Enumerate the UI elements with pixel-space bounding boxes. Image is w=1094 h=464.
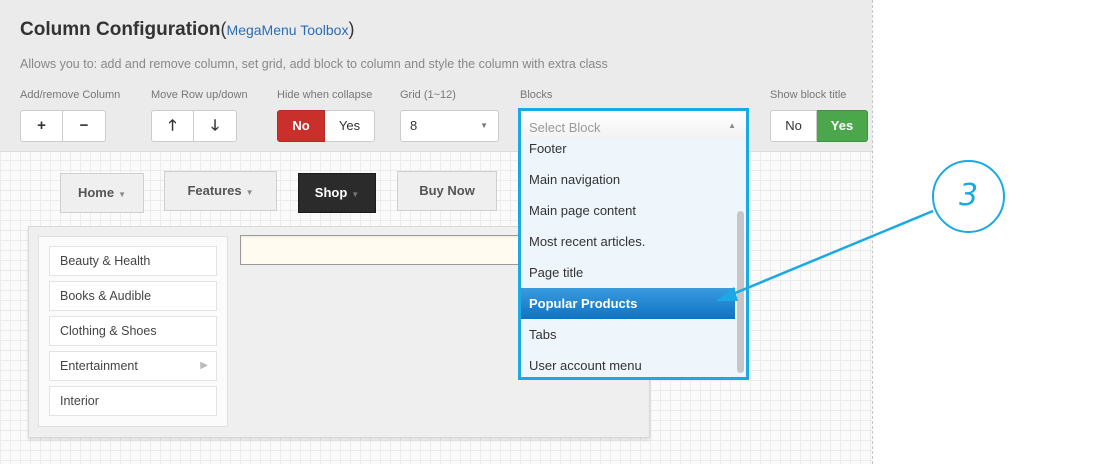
dropdown-scrollbar-thumb[interactable] (737, 211, 744, 373)
selected-column[interactable] (240, 235, 540, 265)
category-label: Clothing & Shoes (60, 324, 157, 338)
dropdown-option-main-page-content[interactable]: Main page content (521, 195, 735, 226)
dropdown-option-main-navigation[interactable]: Main navigation (521, 164, 735, 195)
show-block-title-label: Show block title (770, 89, 847, 101)
dropdown-option-page-title[interactable]: Page title (521, 257, 735, 288)
hide-collapse-yes-button[interactable]: Yes (325, 110, 375, 142)
title-paren-close: ) (348, 19, 355, 39)
callout-number-badge: 3 (932, 160, 1005, 233)
add-remove-column-label: Add/remove Column (20, 89, 121, 101)
move-row-up-button[interactable]: 🡑 (151, 110, 194, 142)
category-item[interactable]: Beauty & Health (49, 246, 217, 276)
nav-item-label: Home (77, 185, 115, 200)
dropdown-option-footer[interactable]: Footer (521, 133, 735, 164)
caret-down-icon: ▼ (245, 188, 254, 197)
nav-item-home[interactable]: Home ▼ (60, 173, 144, 213)
caret-down-icon: ▼ (480, 121, 488, 130)
category-item[interactable]: Clothing & Shoes (49, 316, 217, 346)
plus-icon: + (37, 117, 46, 134)
remove-column-button[interactable]: − (63, 110, 106, 142)
nav-item-shop[interactable]: Shop ▼ (298, 173, 376, 213)
blocks-label: Blocks (520, 89, 553, 101)
nav-item-label: Shop (314, 185, 348, 200)
category-item[interactable]: Interior (49, 386, 217, 416)
grid-select-value: 8 (410, 118, 418, 133)
category-item[interactable]: Entertainment ▶ (49, 351, 217, 381)
category-label: Entertainment (60, 359, 138, 373)
category-item[interactable]: Books & Audible (49, 281, 217, 311)
move-row-label: Move Row up/down (151, 89, 248, 101)
canvas-boundary (872, 0, 873, 464)
arrow-up-icon: 🡑 (168, 117, 177, 134)
nav-item-features[interactable]: Features ▼ (164, 171, 277, 211)
category-label: Interior (60, 394, 99, 408)
category-label: Books & Audible (60, 289, 152, 303)
caret-down-icon: ▼ (351, 190, 360, 199)
nav-item-label: Buy Now (419, 183, 475, 198)
grid-select[interactable]: 8 ▼ (400, 110, 499, 142)
dropdown-option-popular-products[interactable]: Popular Products (521, 288, 735, 319)
toolbox-description: Allows you to: add and remove column, se… (20, 57, 608, 71)
nav-item-label: Features (187, 183, 242, 198)
blocks-select-dropdown[interactable]: Select Block ▲ Footer Main navigation Ma… (518, 108, 749, 380)
title-text: Column Configuration (20, 19, 221, 40)
megamenu-toolbox-link[interactable]: MegaMenu Toolbox (227, 22, 349, 38)
page-title: Column Configuration(MegaMenu Toolbox) (20, 19, 354, 41)
minus-icon: − (79, 117, 89, 134)
move-row-down-button[interactable]: 🡓 (194, 110, 237, 142)
hide-when-collapse-label: Hide when collapse (277, 89, 373, 101)
show-title-yes-button[interactable]: Yes (817, 110, 868, 142)
dropdown-option-user-account-menu[interactable]: User account menu (521, 350, 735, 377)
hide-collapse-no-button[interactable]: No (277, 110, 325, 142)
caret-right-icon: ▶ (200, 360, 208, 371)
nav-item-buy-now[interactable]: Buy Now (397, 171, 497, 211)
add-column-button[interactable]: + (20, 110, 63, 142)
dropdown-option-most-recent-articles[interactable]: Most recent articles. (521, 226, 735, 257)
grid-label: Grid (1~12) (400, 89, 456, 101)
dropdown-option-tabs[interactable]: Tabs (521, 319, 735, 350)
show-title-no-button[interactable]: No (770, 110, 817, 142)
category-label: Beauty & Health (60, 254, 151, 268)
arrow-down-icon: 🡓 (211, 117, 219, 134)
caret-down-icon: ▼ (118, 190, 127, 199)
